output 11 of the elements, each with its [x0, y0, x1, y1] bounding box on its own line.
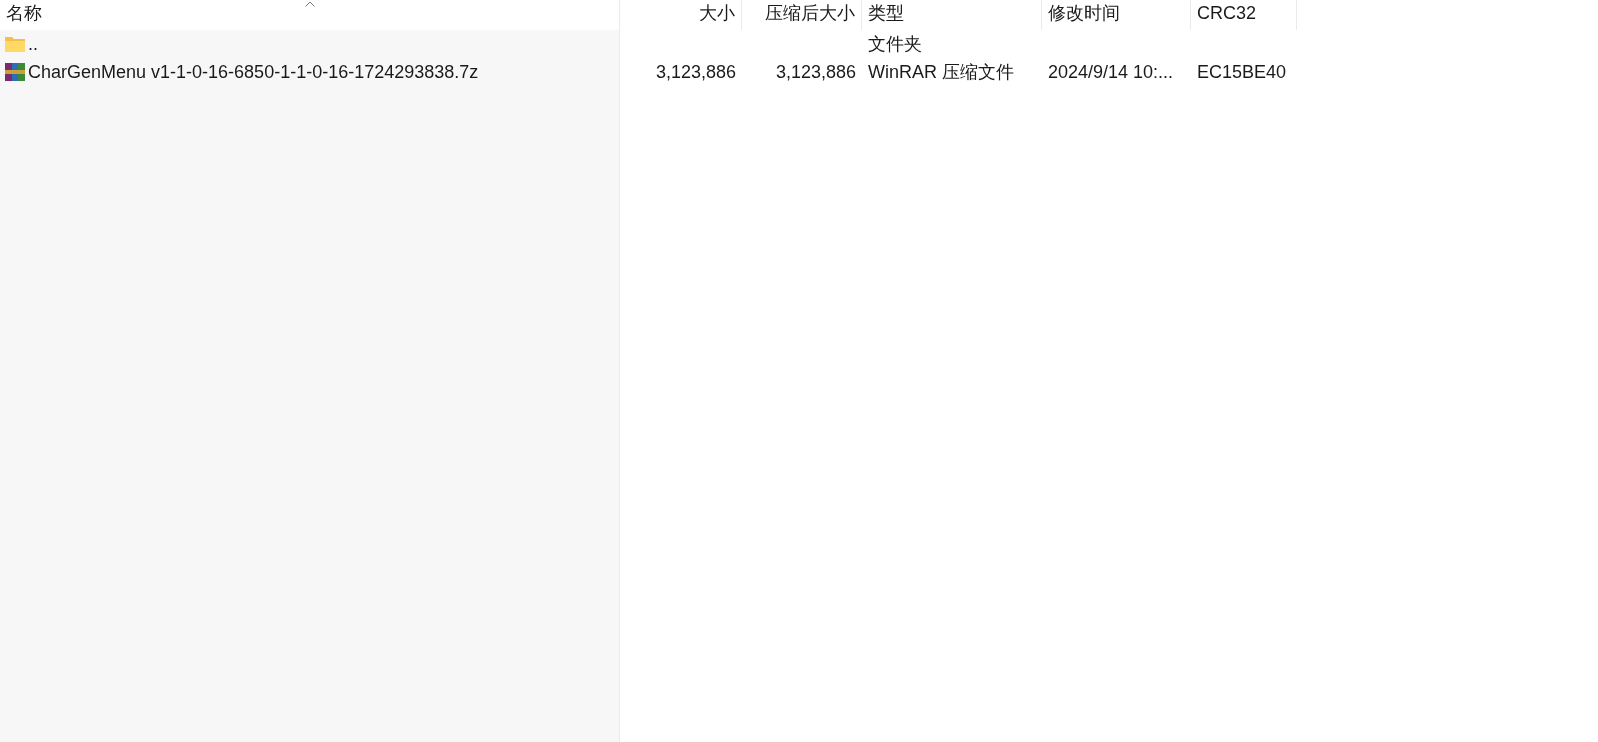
folder-icon — [4, 34, 26, 54]
table-cell-text: 2024/9/14 10:... — [1048, 60, 1174, 84]
table-cell-text: WinRAR 压缩文件 — [868, 60, 1014, 84]
column-header[interactable]: 名称 — [0, 0, 620, 30]
table-cell-text: EC15BE40 — [1197, 60, 1287, 84]
file-name: .. — [28, 32, 38, 56]
file-name: CharGenMenu v1-1-0-16-6850-1-1-0-16-1724293838.7z — [28, 60, 479, 84]
table-cell-text: 3,123,886 — [775, 60, 856, 84]
table-cell-text: 3,123,886 — [655, 60, 736, 84]
table-cell-text: 文件夹 — [868, 32, 922, 56]
archive-icon — [4, 62, 26, 82]
